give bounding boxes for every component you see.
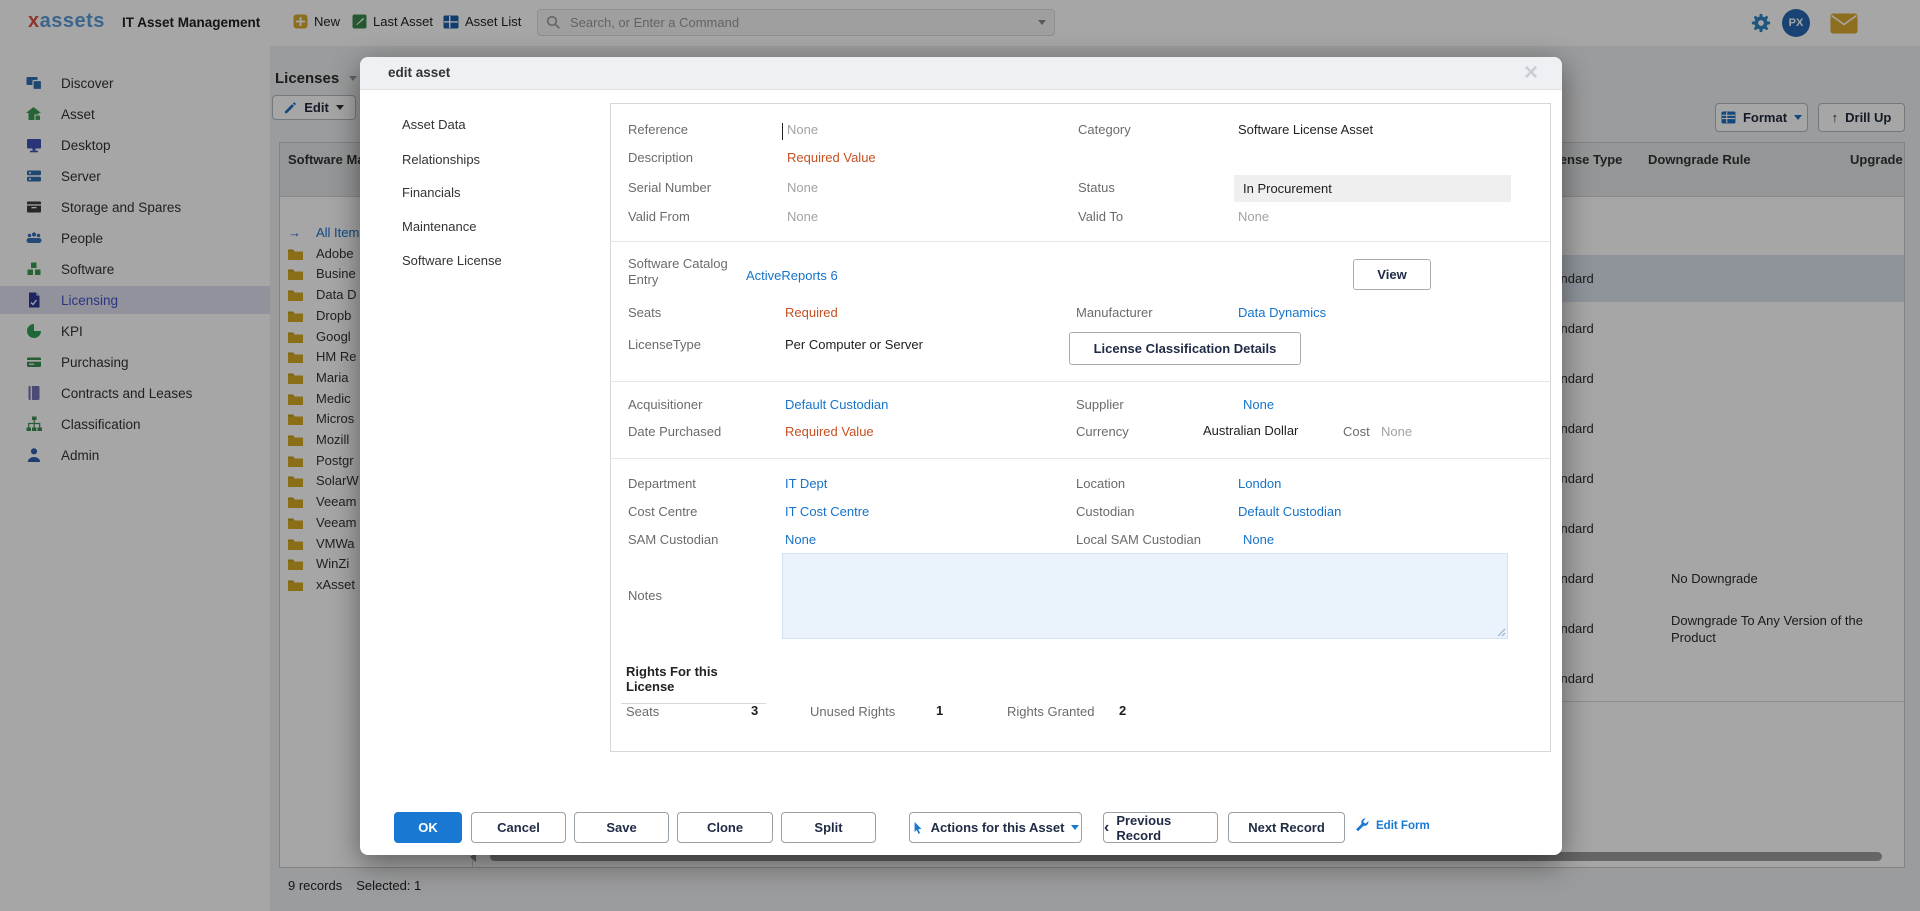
view-button[interactable]: View	[1353, 259, 1431, 290]
reference-value[interactable]: None	[787, 122, 818, 137]
edit-asset-modal: edit asset × Asset Data Relationships Fi…	[360, 57, 1562, 855]
department-label: Department	[628, 476, 696, 491]
wrench-icon	[1355, 818, 1370, 833]
ok-button[interactable]: OK	[394, 812, 462, 843]
cost-centre-label: Cost Centre	[628, 504, 697, 519]
valid-from-value[interactable]: None	[787, 209, 818, 224]
acquisitioner-link[interactable]: Default Custodian	[785, 397, 888, 412]
manufacturer-link[interactable]: Data Dynamics	[1238, 305, 1326, 320]
previous-record-button[interactable]: ‹ Previous Record	[1103, 812, 1218, 843]
cancel-button[interactable]: Cancel	[471, 812, 566, 843]
seats-value[interactable]: Required	[785, 305, 838, 320]
modal-nav-asset-data[interactable]: Asset Data	[402, 117, 466, 132]
chevron-left-icon: ‹	[1104, 821, 1109, 835]
supplier-label: Supplier	[1076, 397, 1124, 412]
description-value[interactable]: Required Value	[787, 150, 876, 165]
license-type-label: LicenseType	[628, 337, 701, 352]
rights-granted-value: 2	[1119, 703, 1126, 718]
modal-nav-financials[interactable]: Financials	[402, 185, 461, 200]
acquisitioner-label: Acquisitioner	[628, 397, 702, 412]
currency-label: Currency	[1076, 424, 1129, 439]
status-input[interactable]	[1234, 175, 1511, 202]
rights-seats-label: Seats	[626, 704, 659, 719]
cost-value[interactable]: None	[1381, 424, 1412, 439]
unused-rights-label: Unused Rights	[810, 704, 895, 719]
clone-button[interactable]: Clone	[677, 812, 773, 843]
cost-centre-link[interactable]: IT Cost Centre	[785, 504, 869, 519]
text-cursor	[782, 123, 783, 140]
seats-label: Seats	[628, 305, 661, 320]
date-purchased-label: Date Purchased	[628, 424, 721, 439]
supplier-link[interactable]: None	[1243, 397, 1274, 412]
save-button[interactable]: Save	[574, 812, 669, 843]
rights-seats-value: 3	[751, 703, 758, 718]
next-record-button[interactable]: Next Record	[1228, 812, 1345, 843]
license-classification-details-button[interactable]: License Classification Details	[1069, 332, 1301, 365]
currency-value: Australian Dollar	[1203, 423, 1298, 438]
reference-label: Reference	[628, 122, 688, 137]
resize-handle-icon[interactable]	[1497, 628, 1506, 637]
close-icon[interactable]: ×	[1524, 59, 1538, 87]
split-button[interactable]: Split	[781, 812, 876, 843]
edit-form-label: Edit Form	[1376, 820, 1430, 832]
modal-title: edit asset	[388, 65, 450, 80]
sam-custodian-label: SAM Custodian	[628, 532, 718, 547]
form-divider	[611, 458, 1550, 459]
actions-for-this-asset-button[interactable]: Actions for this Asset	[909, 812, 1082, 843]
software-catalog-entry-label: Software Catalog Entry	[628, 256, 738, 288]
app-root: xassets IT Asset Management New Last Ass…	[0, 0, 1920, 911]
unused-rights-value: 1	[936, 703, 943, 718]
asset-form-panel: Reference None Category Software License…	[610, 103, 1551, 752]
modal-header: edit asset ×	[360, 57, 1562, 90]
department-link[interactable]: IT Dept	[785, 476, 827, 491]
notes-label: Notes	[628, 588, 662, 603]
status-label: Status	[1078, 180, 1115, 195]
actions-button-label: Actions for this Asset	[931, 820, 1065, 835]
custodian-label: Custodian	[1076, 504, 1135, 519]
serial-number-label: Serial Number	[628, 180, 711, 195]
valid-to-label: Valid To	[1078, 209, 1123, 224]
license-type-value: Per Computer or Server	[785, 337, 923, 352]
actions-dropdown-chevron-icon	[1071, 825, 1079, 830]
category-value: Software License Asset	[1238, 122, 1373, 137]
manufacturer-label: Manufacturer	[1076, 305, 1153, 320]
rights-granted-label: Rights Granted	[1007, 704, 1094, 719]
sam-custodian-link[interactable]: None	[785, 532, 816, 547]
custodian-link[interactable]: Default Custodian	[1238, 504, 1341, 519]
cost-label: Cost	[1343, 424, 1370, 439]
modal-nav-relationships[interactable]: Relationships	[402, 152, 480, 167]
valid-to-value[interactable]: None	[1238, 209, 1269, 224]
modal-nav-maintenance[interactable]: Maintenance	[402, 219, 476, 234]
location-label: Location	[1076, 476, 1125, 491]
local-sam-custodian-label: Local SAM Custodian	[1076, 532, 1201, 547]
location-link[interactable]: London	[1238, 476, 1281, 491]
category-label: Category	[1078, 122, 1131, 137]
previous-record-label: Previous Record	[1116, 813, 1217, 843]
form-divider	[611, 241, 1550, 242]
valid-from-label: Valid From	[628, 209, 690, 224]
serial-number-value[interactable]: None	[787, 180, 818, 195]
cursor-pointer-icon	[912, 821, 924, 835]
modal-nav-software-license[interactable]: Software License	[402, 253, 502, 268]
description-label: Description	[628, 150, 693, 165]
form-divider	[611, 381, 1550, 382]
notes-textarea[interactable]	[782, 553, 1508, 639]
edit-form-link[interactable]: Edit Form	[1355, 818, 1430, 833]
software-catalog-entry-link[interactable]: ActiveReports 6	[746, 268, 838, 283]
date-purchased-value[interactable]: Required Value	[785, 424, 874, 439]
local-sam-custodian-link[interactable]: None	[1243, 532, 1274, 547]
rights-section-heading: Rights For this License	[621, 664, 766, 704]
